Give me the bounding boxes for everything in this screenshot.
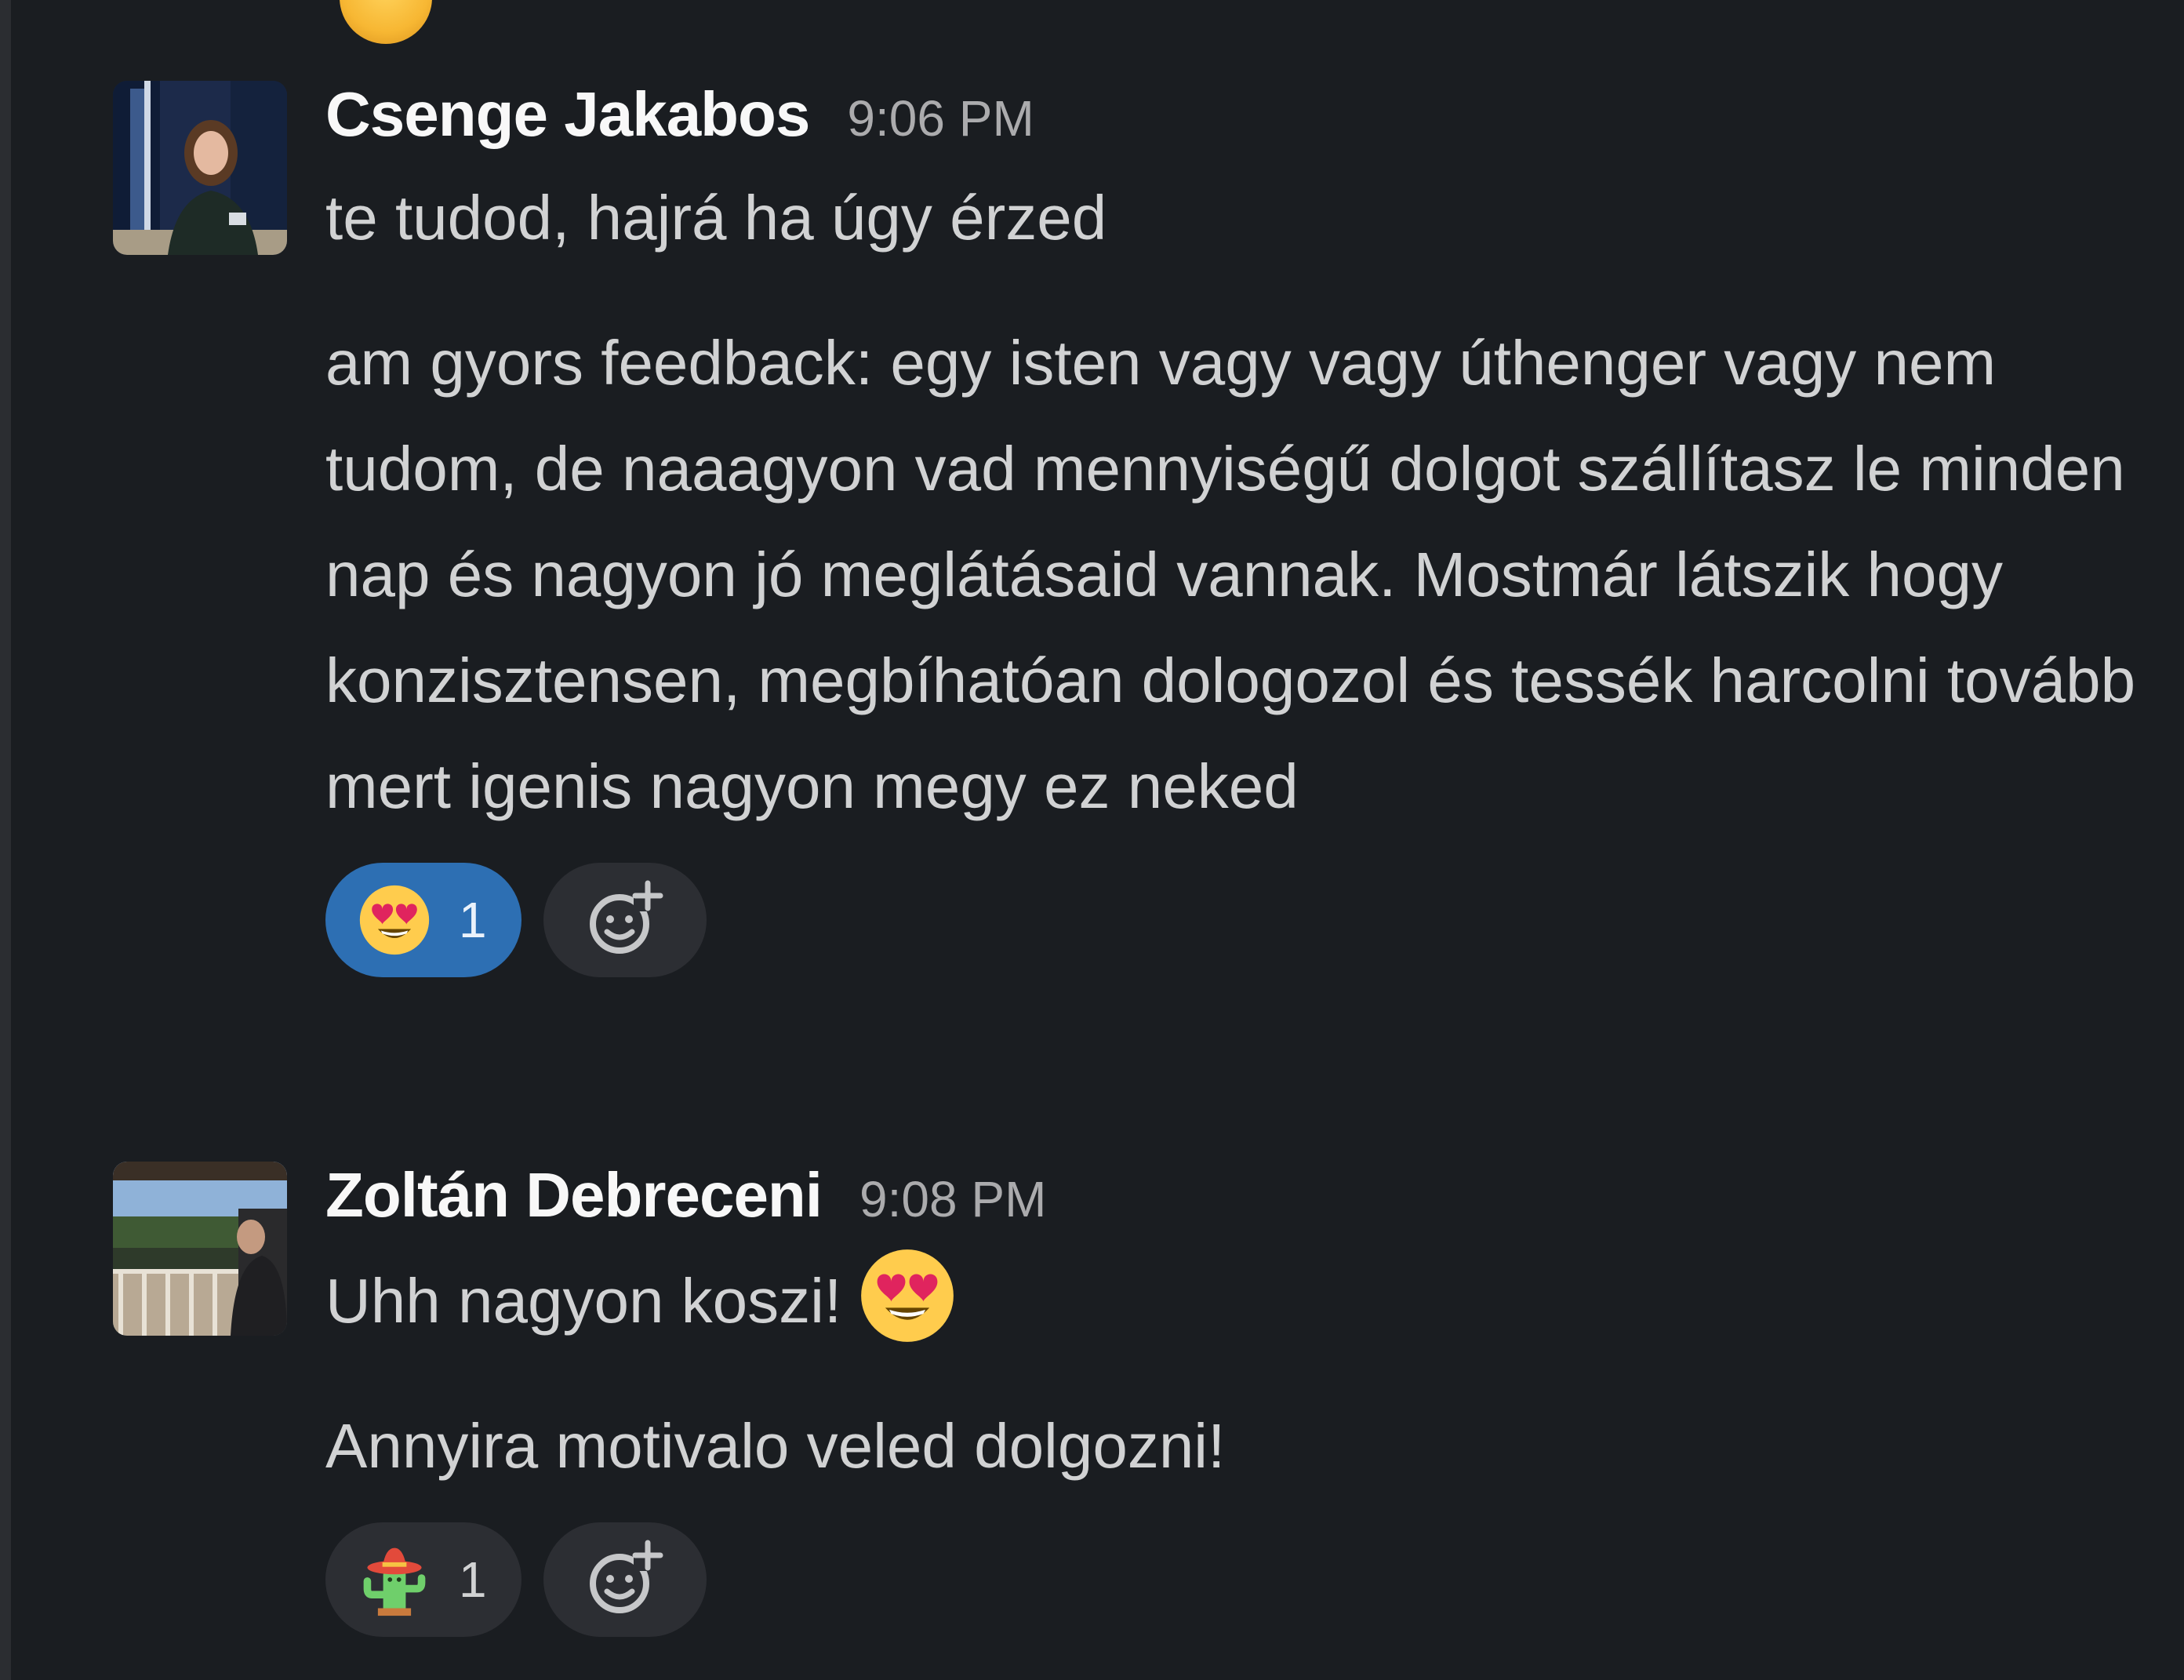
add-reaction-button[interactable] [543, 863, 707, 977]
message-text: am gyors feedback: egy isten vagy vagy ú… [325, 328, 2136, 821]
avatar-photo-icon [113, 1162, 287, 1336]
avatar[interactable] [113, 81, 287, 255]
reaction-count: 1 [459, 1551, 487, 1608]
message-text: Uhh nagyon koszi! [325, 1245, 2137, 1354]
emoji-icon [340, 0, 432, 44]
heart-eyes-emoji-icon [857, 1245, 958, 1346]
reactions-bar: 1 [325, 1522, 2137, 1637]
avatar-photo-icon [113, 81, 287, 255]
sender-name[interactable]: Zoltán Debreceni [325, 1159, 823, 1231]
previous-message-fragment [325, 0, 432, 44]
add-reaction-button[interactable] [543, 1522, 707, 1637]
sidebar-edge [0, 0, 11, 1680]
message-text-content: Uhh nagyon koszi! [325, 1266, 842, 1336]
add-reaction-icon [589, 880, 663, 954]
message-text: te tudod, hajrá ha úgy érzed [325, 183, 1107, 253]
timestamp[interactable]: 9:06 PM [847, 89, 1034, 147]
reaction-cactus-sombrero[interactable]: 1 [325, 1522, 521, 1637]
cactus-sombrero-emoji-icon [357, 1542, 432, 1617]
sender-name[interactable]: Csenge Jakabos [325, 78, 810, 151]
heart-eyes-emoji-icon [357, 882, 432, 958]
reaction-count: 1 [459, 892, 487, 948]
avatar[interactable] [113, 1162, 287, 1336]
add-reaction-icon [589, 1540, 663, 1613]
message-text: Annyira motivalo veled dolgozni! [325, 1411, 1226, 1481]
reactions-bar: 1 [325, 863, 2137, 977]
message-pane: Csenge Jakabos 9:06 PM te tudod, hajrá h… [0, 0, 2184, 1680]
timestamp[interactable]: 9:08 PM [859, 1170, 1046, 1228]
reaction-heart-eyes[interactable]: 1 [325, 863, 521, 977]
